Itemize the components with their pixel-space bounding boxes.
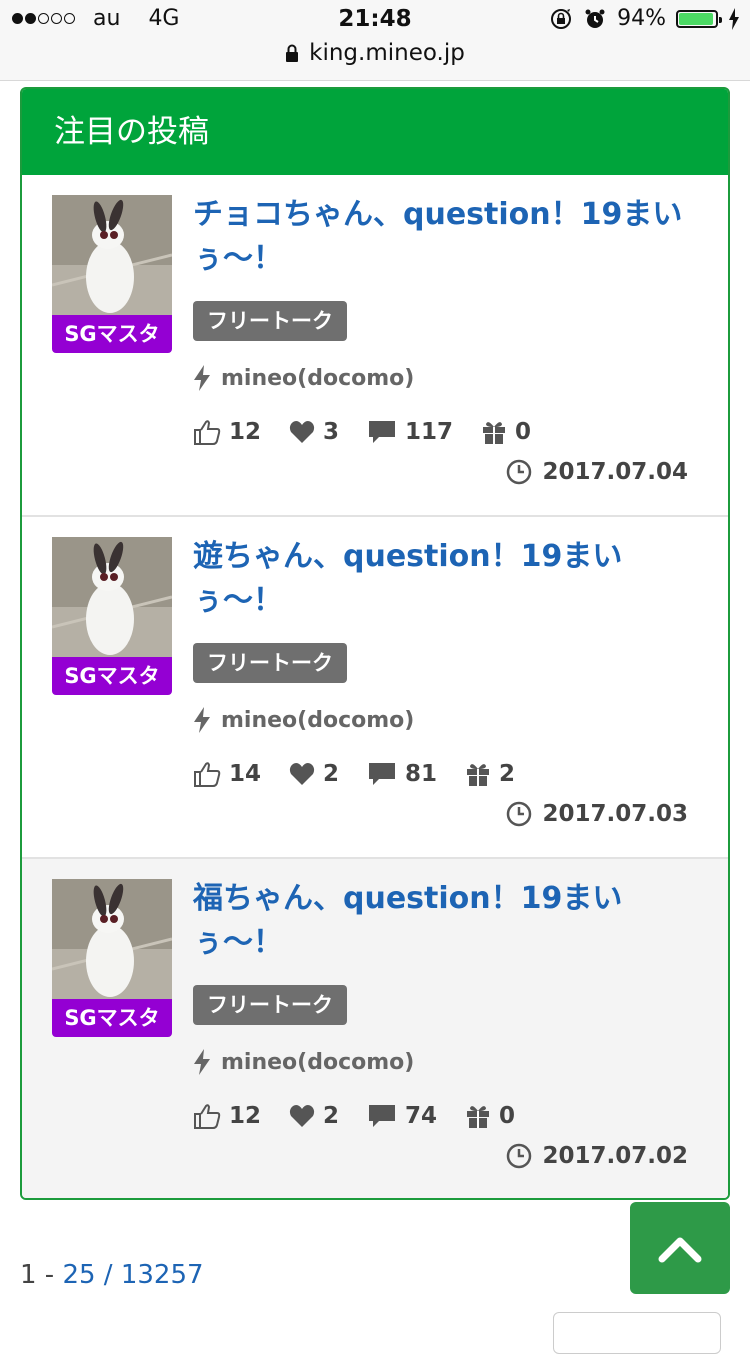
post-date: 2017.07.02: [506, 1143, 688, 1169]
device-line: mineo(docomo): [193, 365, 414, 391]
gift-stat[interactable]: 0: [481, 419, 531, 445]
device-label: mineo(docomo): [221, 365, 415, 391]
comment-icon: [369, 421, 396, 443]
pagination-start: 1 -: [20, 1260, 63, 1290]
post-item[interactable]: SGマスタ 遊ちゃん、question！19まいぅ〜！ フリートーク mineo…: [22, 517, 728, 859]
like-stat[interactable]: 12: [193, 1103, 261, 1129]
thumbs-up-icon: [194, 420, 221, 445]
avatar[interactable]: [52, 879, 172, 999]
pagination-total-link[interactable]: 13257: [121, 1260, 204, 1290]
charging-icon: [729, 7, 739, 30]
pagination-separator: /: [95, 1260, 121, 1290]
select-box[interactable]: [553, 1312, 721, 1354]
status-right: 94%: [549, 6, 740, 31]
heart-icon: [289, 421, 315, 443]
thumbs-up-icon: [194, 1104, 221, 1129]
gift-stat[interactable]: 0: [465, 1103, 515, 1129]
device-line: mineo(docomo): [193, 707, 414, 733]
gift-count: 0: [515, 419, 532, 445]
gift-icon: [467, 1106, 490, 1128]
alarm-icon: [585, 9, 605, 28]
lock-icon: [286, 44, 299, 62]
post-title[interactable]: 遊ちゃん、question！19まいぅ〜！: [193, 535, 703, 623]
comment-stat[interactable]: 81: [367, 761, 437, 787]
like-count: 14: [229, 761, 262, 787]
date-label: 2017.07.03: [542, 801, 688, 827]
comment-count: 74: [405, 1103, 438, 1129]
gift-stat[interactable]: 2: [465, 761, 515, 787]
post-stats: 12 2 74 0: [193, 1103, 543, 1129]
like-count: 12: [229, 1103, 262, 1129]
post-title[interactable]: チョコちゃん、question！19まいぅ〜！: [193, 193, 703, 281]
lightning-icon: [194, 1049, 210, 1075]
comment-count: 117: [405, 419, 454, 445]
battery-percent: 94%: [617, 6, 666, 31]
battery-level: [679, 12, 713, 25]
rank-badge: SGマスタ: [52, 999, 172, 1037]
device-line: mineo(docomo): [193, 1049, 414, 1075]
pagination: 1 - 25 / 13257: [20, 1260, 204, 1290]
category-tag[interactable]: フリートーク: [193, 301, 347, 341]
heart-stat[interactable]: 2: [289, 1103, 339, 1129]
clock-icon: [507, 459, 532, 485]
url-text: king.mineo.jp: [309, 40, 465, 66]
post-date: 2017.07.03: [506, 801, 688, 827]
heart-stat[interactable]: 3: [289, 419, 339, 445]
category-tag[interactable]: フリートーク: [193, 643, 347, 683]
comment-icon: [369, 763, 396, 785]
comment-icon: [369, 1105, 396, 1127]
like-count: 12: [229, 419, 262, 445]
gift-icon: [483, 422, 506, 444]
clock-icon: [507, 801, 532, 827]
back-to-top-button[interactable]: [630, 1202, 730, 1294]
device-label: mineo(docomo): [221, 1049, 415, 1075]
featured-posts-panel: 注目の投稿 SGマスタ チョコちゃん、question！19まいぅ〜！ フリート…: [20, 87, 730, 1200]
lightning-icon: [194, 365, 210, 391]
panel-title: 注目の投稿: [22, 89, 728, 175]
gift-count: 0: [499, 1103, 516, 1129]
like-stat[interactable]: 12: [193, 419, 261, 445]
rank-badge: SGマスタ: [52, 315, 172, 353]
category-tag[interactable]: フリートーク: [193, 985, 347, 1025]
avatar[interactable]: [52, 537, 172, 657]
heart-count: 3: [323, 419, 340, 445]
device-label: mineo(docomo): [221, 707, 415, 733]
heart-count: 2: [323, 1103, 340, 1129]
post-item[interactable]: SGマスタ 福ちゃん、question！19まいぅ〜！ フリートーク mineo…: [22, 859, 728, 1198]
thumbs-up-icon: [194, 762, 221, 787]
date-label: 2017.07.04: [542, 459, 688, 485]
heart-stat[interactable]: 2: [289, 761, 339, 787]
comment-stat[interactable]: 117: [367, 419, 453, 445]
heart-count: 2: [323, 761, 340, 787]
orientation-lock-icon: [551, 8, 572, 29]
heart-icon: [289, 763, 315, 785]
comment-stat[interactable]: 74: [367, 1103, 437, 1129]
gift-count: 2: [499, 761, 516, 787]
clock-icon: [507, 1143, 532, 1169]
address-bar[interactable]: king.mineo.jp: [0, 40, 750, 66]
post-stats: 12 3 117 0: [193, 419, 559, 445]
post-date: 2017.07.04: [506, 459, 688, 485]
post-item[interactable]: SGマスタ チョコちゃん、question！19まいぅ〜！ フリートーク min…: [22, 175, 728, 517]
gift-icon: [467, 764, 490, 786]
like-stat[interactable]: 14: [193, 761, 261, 787]
post-stats: 14 2 81 2: [193, 761, 543, 787]
post-title[interactable]: 福ちゃん、question！19まいぅ〜！: [193, 877, 703, 965]
comment-count: 81: [405, 761, 438, 787]
rank-badge: SGマスタ: [52, 657, 172, 695]
status-bar: au 4G 21:48 94% king.mineo.jp: [0, 0, 750, 81]
battery-icon: [676, 9, 722, 28]
heart-icon: [289, 1105, 315, 1127]
pagination-end-link[interactable]: 25: [62, 1260, 95, 1290]
avatar[interactable]: [52, 195, 172, 315]
chevron-up-icon: [658, 1237, 702, 1263]
lightning-icon: [194, 707, 210, 733]
date-label: 2017.07.02: [542, 1143, 688, 1169]
